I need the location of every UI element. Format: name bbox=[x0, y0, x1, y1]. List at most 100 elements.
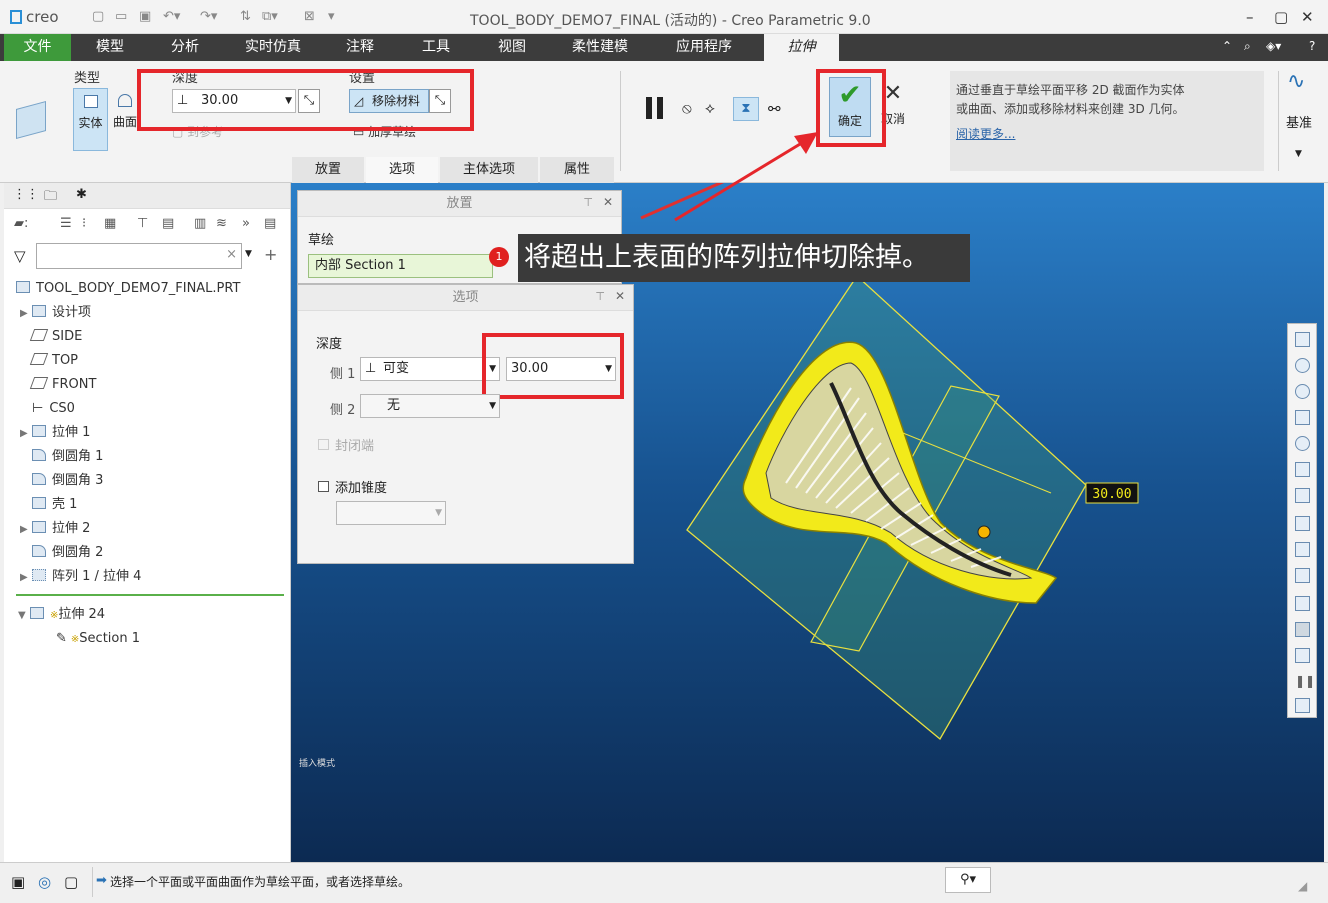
settings-tree-icon[interactable]: ▥ bbox=[194, 216, 206, 231]
annotation-display-icon[interactable] bbox=[1295, 596, 1310, 611]
windows-icon[interactable]: ⧉▾ bbox=[262, 9, 278, 24]
datum-display-icon[interactable] bbox=[1295, 568, 1310, 583]
fullscreen-icon[interactable]: ▢ bbox=[64, 873, 78, 891]
find-button[interactable]: ⚲▾ bbox=[945, 867, 991, 893]
menu-analysis[interactable]: 分析 bbox=[155, 34, 215, 61]
capped-checkbox[interactable]: 封闭端 bbox=[318, 435, 374, 454]
saved-views-icon[interactable] bbox=[1295, 462, 1310, 477]
tab-options[interactable]: 选项 bbox=[366, 157, 438, 183]
browser-icon[interactable]: ◎ bbox=[38, 873, 51, 891]
surface-button[interactable]: 曲面 bbox=[110, 88, 140, 151]
side2-select[interactable]: 无 ▼ bbox=[360, 394, 500, 418]
datum-icon[interactable]: ∿ bbox=[1287, 69, 1305, 94]
panel-close-icon[interactable]: ✕ bbox=[603, 195, 613, 209]
notes-icon[interactable]: ▤ bbox=[264, 216, 276, 231]
menu-tools[interactable]: 工具 bbox=[406, 34, 466, 61]
menu-view[interactable]: 视图 bbox=[482, 34, 542, 61]
tree-item-extrude1[interactable]: ▶ 拉伸 1 bbox=[20, 421, 90, 445]
section-icon[interactable] bbox=[1295, 542, 1310, 557]
hidden-line-icon[interactable] bbox=[1295, 698, 1310, 713]
panel-close-icon[interactable]: ✕ bbox=[615, 289, 625, 303]
solid-button[interactable]: 实体 bbox=[73, 88, 108, 151]
display-style-icon[interactable] bbox=[1295, 436, 1310, 451]
layout-icon[interactable]: ▣ bbox=[11, 873, 25, 891]
menu-extrude[interactable]: 拉伸 bbox=[764, 34, 839, 61]
spin-center-icon[interactable] bbox=[1295, 622, 1310, 637]
help-icon[interactable]: ? bbox=[1309, 39, 1315, 53]
list-icon[interactable]: ☰ bbox=[60, 216, 72, 231]
preview-icon[interactable]: ⟡ bbox=[705, 99, 715, 117]
tab-body-options[interactable]: 主体选项 bbox=[440, 157, 538, 183]
close-icon[interactable]: ✕ bbox=[1301, 8, 1314, 26]
tab-properties[interactable]: 属性 bbox=[540, 157, 614, 183]
pin-icon[interactable]: ⊤ bbox=[595, 290, 605, 303]
maximize-icon[interactable]: ▢ bbox=[1274, 8, 1288, 26]
taper-value-input[interactable]: ▼ bbox=[336, 501, 446, 525]
add-icon[interactable]: + bbox=[264, 245, 277, 264]
dropdown-arrow-icon[interactable]: ▼ bbox=[489, 395, 496, 417]
columns-icon[interactable]: ▦ bbox=[104, 216, 116, 231]
tree-root[interactable]: TOOL_BODY_DEMO7_FINAL.PRT bbox=[16, 277, 240, 301]
save-icon[interactable]: ▣ bbox=[139, 9, 151, 24]
redo-icon[interactable]: ↷▾ bbox=[200, 9, 217, 24]
new-icon[interactable]: ▢ bbox=[92, 9, 104, 24]
no-preview-icon[interactable]: ⦸ bbox=[682, 99, 692, 117]
menu-flexible-modeling[interactable]: 柔性建模 bbox=[562, 34, 638, 61]
menu-simulation[interactable]: 实时仿真 bbox=[235, 34, 311, 61]
model-tree-tab-icon[interactable]: ⋮⋮ bbox=[13, 187, 39, 202]
pause-animation-icon[interactable]: ❚❚ bbox=[1295, 674, 1315, 689]
minimize-icon[interactable]: – bbox=[1246, 8, 1254, 26]
refit-icon[interactable] bbox=[1295, 332, 1310, 347]
glasses-icon[interactable]: ⚯ bbox=[768, 100, 781, 118]
table-icon[interactable]: ▤ bbox=[162, 216, 174, 231]
clear-search-icon[interactable]: × bbox=[226, 247, 237, 262]
verify-icon[interactable]: ⧗ bbox=[733, 97, 759, 121]
tree-item-front[interactable]: FRONT bbox=[29, 373, 96, 397]
tree-item-round1[interactable]: 倒圆角 1 bbox=[32, 445, 103, 469]
tree-item-extrude2[interactable]: ▶ 拉伸 2 bbox=[20, 517, 90, 541]
tree-item-cs0[interactable]: ⊢ CS0 bbox=[32, 397, 75, 421]
open-icon[interactable]: ▭ bbox=[115, 9, 127, 24]
perspective-icon[interactable] bbox=[1295, 516, 1310, 531]
search-icon[interactable]: ⌕ bbox=[1244, 39, 1251, 54]
folder-tab-icon[interactable]: 🗀 bbox=[44, 187, 57, 209]
repaint-icon[interactable] bbox=[1295, 410, 1310, 425]
menu-applications[interactable]: 应用程序 bbox=[666, 34, 742, 61]
tree-item-section1[interactable]: ✎ ※Section 1 bbox=[56, 627, 140, 651]
dropdown-arrow-icon[interactable]: ▼ bbox=[435, 502, 442, 524]
datum-dropdown-icon[interactable]: ▼ bbox=[1295, 149, 1302, 159]
tree-item-top[interactable]: TOP bbox=[29, 349, 78, 373]
more-icon[interactable]: » bbox=[242, 216, 250, 231]
taper-checkbox[interactable]: 添加锥度 bbox=[318, 477, 387, 496]
pin-icon[interactable]: ⊤ bbox=[583, 196, 593, 209]
sketch-field[interactable]: 内部 Section 1 bbox=[308, 254, 493, 278]
tree-item-shell1[interactable]: 壳 1 bbox=[32, 493, 77, 517]
tree-item-side[interactable]: SIDE bbox=[29, 325, 82, 349]
datum-label[interactable]: 基准 bbox=[1286, 112, 1312, 131]
tree-item-pattern1[interactable]: ▶ 阵列 1 / 拉伸 4 bbox=[20, 565, 141, 589]
regenerate-icon[interactable]: ⇅ bbox=[240, 9, 251, 24]
tab-placement[interactable]: 放置 bbox=[292, 157, 364, 183]
zoom-out-icon[interactable] bbox=[1295, 384, 1310, 399]
tree-item-design[interactable]: ▶ 设计项 bbox=[20, 301, 91, 325]
layers-icon[interactable]: ▰: bbox=[14, 216, 28, 231]
undo-icon[interactable]: ↶▾ bbox=[163, 9, 180, 24]
layers-stack-icon[interactable]: ≋ bbox=[216, 216, 227, 231]
side1-type-select[interactable]: ⊥ 可变 ▼ bbox=[360, 357, 500, 381]
filter-tree-icon[interactable]: ⊤ bbox=[137, 216, 148, 231]
insert-indicator[interactable] bbox=[16, 594, 284, 596]
tree-item-extrude24[interactable]: ▼ ※拉伸 24 bbox=[18, 603, 105, 627]
collapse-ribbon-icon[interactable]: ⌃ bbox=[1222, 39, 1232, 53]
link-icon[interactable] bbox=[1295, 648, 1310, 663]
pause-button[interactable] bbox=[644, 97, 668, 119]
zoom-in-icon[interactable] bbox=[1295, 358, 1310, 373]
customize-icon[interactable]: ▾ bbox=[328, 9, 335, 24]
menu-file[interactable]: 文件 bbox=[4, 34, 71, 61]
filter-icon[interactable]: ▽ bbox=[14, 247, 26, 265]
tree-search-input[interactable]: × bbox=[36, 243, 242, 269]
view-manager-icon[interactable] bbox=[1295, 488, 1310, 503]
close-window-icon[interactable]: ⊠ bbox=[304, 9, 315, 24]
collapse-icon[interactable]: ⁝ bbox=[82, 216, 86, 231]
search-dropdown-icon[interactable]: ▼ bbox=[245, 249, 252, 259]
menu-annotate[interactable]: 注释 bbox=[330, 34, 390, 61]
